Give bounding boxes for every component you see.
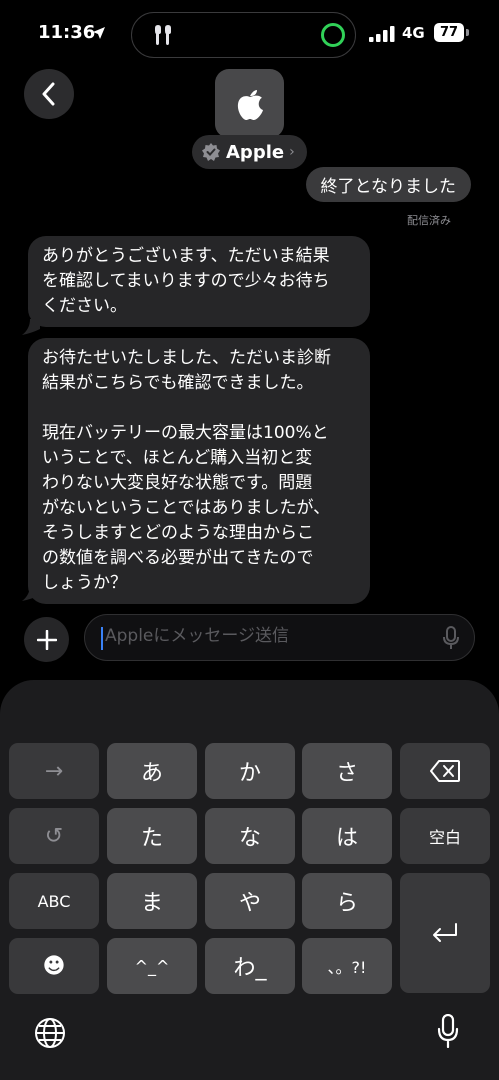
microphone-icon [437,1014,459,1048]
dictation-button[interactable] [430,1013,466,1049]
status-time: 11:36 [38,22,96,43]
chevron-left-icon [42,82,55,106]
delete-key[interactable] [400,743,490,799]
key-ma[interactable]: ま [107,873,197,929]
received-message[interactable]: お待たせいたしました、ただいま診断 結果がこちらでも確認できました。 現在バッテ… [28,338,370,604]
text-cursor [101,627,103,650]
key-emoji[interactable]: ☻ [9,938,99,994]
sent-message[interactable]: 終了となりました [305,167,471,202]
dynamic-island[interactable] [131,12,356,58]
key-space[interactable]: 空白 [400,808,490,864]
airpods-icon [155,25,171,45]
contact-avatar[interactable] [215,69,284,138]
return-key[interactable] [400,873,490,993]
key-a[interactable]: あ [107,743,197,799]
verified-badge-icon [202,143,220,161]
battery-icon: 77 [434,23,464,42]
message-compose-field[interactable] [84,614,475,661]
key-ka[interactable]: か [205,743,295,799]
chevron-right-icon: › [289,144,295,160]
activity-ring-icon [321,23,345,47]
status-bar: 11:36 4G 77 [0,0,499,68]
key-abc[interactable]: ABC [9,873,99,929]
globe-icon [35,1018,65,1048]
return-icon [433,923,457,942]
dictation-mic-icon[interactable] [442,626,460,650]
key-punctuation[interactable]: 、。?! [302,938,392,994]
battery-tip [466,29,469,36]
plus-icon [36,629,57,650]
network-type: 4G [402,24,425,42]
contact-name-pill[interactable]: Apple › [192,135,307,169]
key-ha[interactable]: は [302,808,392,864]
key-wa[interactable]: わ_ [205,938,295,994]
delete-icon [430,760,460,782]
key-sa[interactable]: さ [302,743,392,799]
add-attachment-button[interactable] [24,617,69,662]
apple-logo-icon [237,89,263,120]
cellular-signal-icon [369,26,395,42]
received-message[interactable]: ありがとうございます、ただいま結果 を確認してまいりますので少々お待ち ください… [28,236,370,327]
japanese-kana-keyboard: → あ か さ ↺ た な は 空白 ABC ま や ら ☻ ^_^ わ_ 、。… [0,680,499,1080]
bubble-tail [22,319,40,335]
key-ta[interactable]: た [107,808,197,864]
back-button[interactable] [24,69,74,119]
message-input[interactable] [105,626,425,646]
key-arrow[interactable]: → [9,743,99,799]
delivery-status: 配信済み [407,214,451,227]
location-arrow-icon [93,27,105,39]
bubble-tail [22,585,40,601]
contact-name: Apple [226,141,285,163]
key-undo[interactable]: ↺ [9,808,99,864]
key-ra[interactable]: ら [302,873,392,929]
globe-button[interactable] [32,1015,68,1051]
key-na[interactable]: な [205,808,295,864]
key-ya[interactable]: や [205,873,295,929]
key-kaomoji[interactable]: ^_^ [107,938,197,994]
